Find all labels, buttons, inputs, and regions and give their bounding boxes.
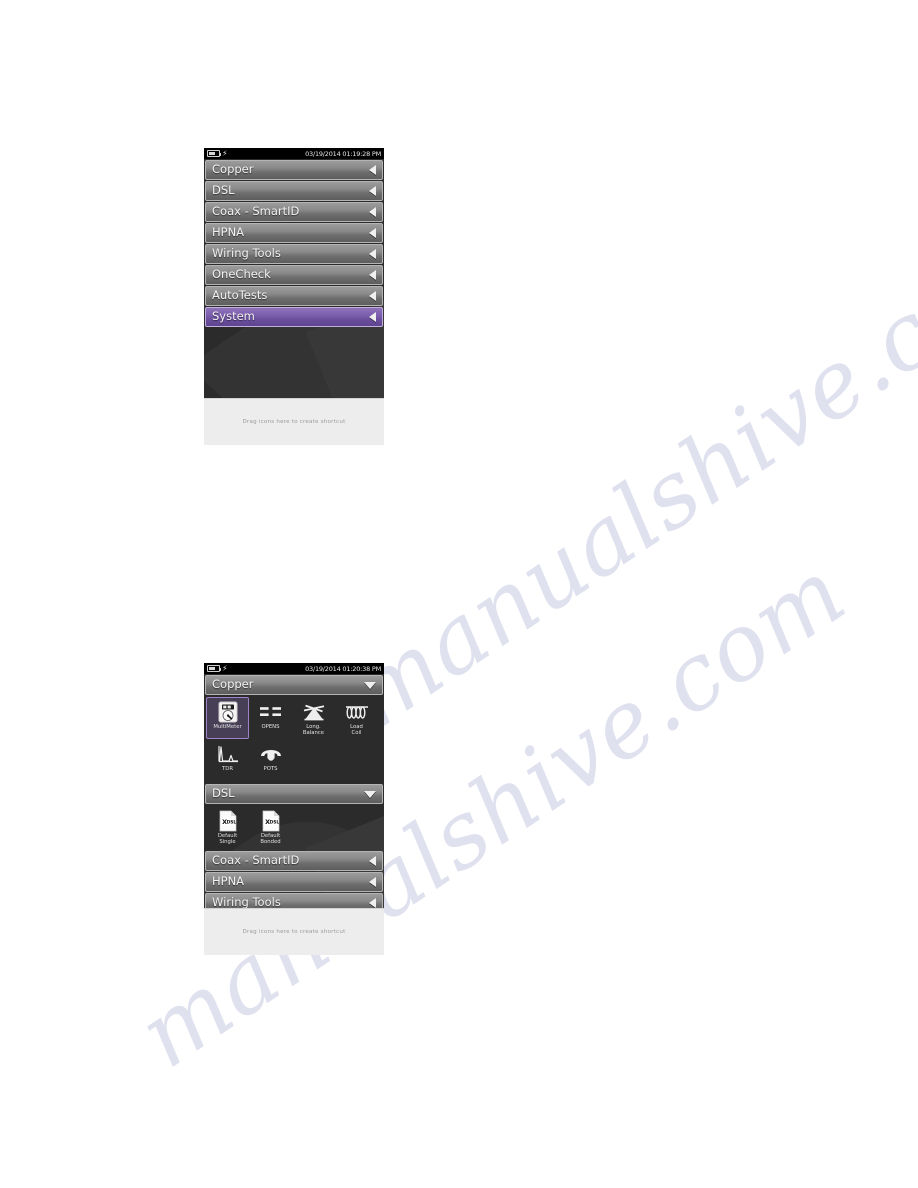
- status-timestamp: 03/19/2014 01:20:38 PM: [305, 664, 381, 673]
- device-screenshot-bottom: ⚡ 03/19/2014 01:20:38 PM Copper MultiMet…: [204, 663, 384, 955]
- section-header-label: Coax - SmartID: [212, 853, 300, 868]
- app-icon-tdr[interactable]: TDR: [206, 739, 249, 781]
- shortcut-tray[interactable]: Drag icons here to create shortcut: [204, 398, 384, 445]
- load-coil-icon: [344, 701, 370, 723]
- chevron-left-icon: [369, 856, 376, 866]
- telephone-icon: [258, 743, 284, 765]
- chevron-down-icon: [364, 790, 376, 798]
- multimeter-icon: [215, 701, 241, 723]
- balance-icon: [301, 701, 327, 723]
- menu-row-label: Coax - SmartID: [212, 204, 300, 219]
- device-screen: ⚡ 03/19/2014 01:19:28 PM Copper DSL Coax…: [204, 148, 384, 398]
- menu-row-label: System: [212, 309, 255, 324]
- menu-row-wiring-tools[interactable]: Wiring Tools: [205, 244, 383, 264]
- svg-text:DSL: DSL: [269, 820, 279, 826]
- status-bar: ⚡ 03/19/2014 01:19:28 PM: [204, 148, 384, 159]
- device-screen: ⚡ 03/19/2014 01:20:38 PM Copper MultiMet…: [204, 663, 384, 908]
- battery-charging-icon: [207, 150, 221, 157]
- menu-row-label: Wiring Tools: [212, 246, 281, 261]
- svg-text:DSL: DSL: [226, 820, 236, 826]
- section-header-hpna[interactable]: HPNA: [205, 872, 383, 892]
- app-icon-caption: OPENS: [261, 724, 280, 730]
- xdsl-document-icon: X DSL: [258, 810, 284, 832]
- menu-row-autotests[interactable]: AutoTests: [205, 286, 383, 306]
- status-bar: ⚡ 03/19/2014 01:20:38 PM: [204, 663, 384, 674]
- section-header-wiring-tools[interactable]: Wiring Tools: [205, 893, 383, 908]
- section-header-copper[interactable]: Copper: [205, 675, 383, 695]
- section-header-coax-smartid[interactable]: Coax - SmartID: [205, 851, 383, 871]
- app-icon-caption: Default Single: [217, 833, 238, 845]
- chevron-left-icon: [369, 249, 376, 259]
- device-screenshot-top: ⚡ 03/19/2014 01:19:28 PM Copper DSL Coax…: [204, 148, 384, 445]
- watermark-text: manualshive.com: [330, 198, 918, 749]
- page-watermark: manualshive.com manualshive.com: [0, 0, 918, 1188]
- menu-row-hpna[interactable]: HPNA: [205, 223, 383, 243]
- app-icon-caption: Default Bonded: [260, 833, 281, 845]
- menu-row-label: AutoTests: [212, 288, 268, 303]
- section-header-label: Wiring Tools: [212, 895, 281, 908]
- chevron-left-icon: [369, 291, 376, 301]
- menu-row-coax-smartid[interactable]: Coax - SmartID: [205, 202, 383, 222]
- chevron-left-icon: [369, 186, 376, 196]
- chevron-left-icon: [369, 165, 376, 175]
- shortcut-tray-hint: Drag icons here to create shortcut: [242, 419, 346, 425]
- menu-row-label: DSL: [212, 183, 235, 198]
- chevron-left-icon: [369, 228, 376, 238]
- menu-row-label: OneCheck: [212, 267, 271, 282]
- icon-grid-copper: MultiMeter OPENS Long. Balance Load Coil…: [204, 695, 384, 783]
- app-icon-pots[interactable]: POTS: [249, 739, 292, 781]
- section-header-dsl[interactable]: DSL: [205, 784, 383, 804]
- section-header-label: DSL: [212, 786, 235, 801]
- status-timestamp: 03/19/2014 01:19:28 PM: [305, 149, 381, 158]
- shortcut-tray-hint: Drag icons here to create shortcut: [242, 929, 346, 935]
- lightning-bolt-icon: ⚡: [222, 148, 228, 158]
- app-icon-long-balance[interactable]: Long. Balance: [292, 697, 335, 739]
- battery-charging-icon: [207, 665, 221, 672]
- opens-icon: [258, 701, 284, 723]
- menu-row-label: Copper: [212, 162, 254, 177]
- chevron-left-icon: [369, 898, 376, 908]
- chevron-left-icon: [369, 312, 376, 322]
- section-header-label: Copper: [212, 677, 254, 692]
- chevron-left-icon: [369, 270, 376, 280]
- app-icon-multimeter[interactable]: MultiMeter: [206, 697, 249, 739]
- app-icon-default-bonded[interactable]: X DSL Default Bonded: [249, 806, 292, 848]
- app-icon-caption: Long. Balance: [302, 724, 325, 736]
- app-icon-opens[interactable]: OPENS: [249, 697, 292, 739]
- shortcut-tray[interactable]: Drag icons here to create shortcut: [204, 908, 384, 955]
- menu-row-copper[interactable]: Copper: [205, 160, 383, 180]
- menu-row-system[interactable]: System: [205, 307, 383, 327]
- chevron-left-icon: [369, 207, 376, 217]
- app-icon-caption: POTS: [263, 766, 278, 772]
- section-header-label: HPNA: [212, 874, 245, 889]
- xdsl-document-icon: X DSL: [215, 810, 241, 832]
- lightning-bolt-icon: ⚡: [222, 663, 228, 673]
- icon-grid-dsl: X DSL Default Single X DSL Default Bonde…: [204, 804, 384, 850]
- app-icon-default-single[interactable]: X DSL Default Single: [206, 806, 249, 848]
- menu-row-dsl[interactable]: DSL: [205, 181, 383, 201]
- app-icon-caption: MultiMeter: [213, 724, 242, 730]
- app-icon-caption: TDR: [222, 766, 233, 772]
- app-icon-caption: Load Coil: [350, 724, 363, 736]
- chevron-left-icon: [369, 877, 376, 887]
- chevron-down-icon: [364, 681, 376, 689]
- menu-row-label: HPNA: [212, 225, 245, 240]
- app-icon-load-coil[interactable]: Load Coil: [335, 697, 378, 739]
- menu-row-onecheck[interactable]: OneCheck: [205, 265, 383, 285]
- tdr-waveform-icon: [215, 743, 241, 765]
